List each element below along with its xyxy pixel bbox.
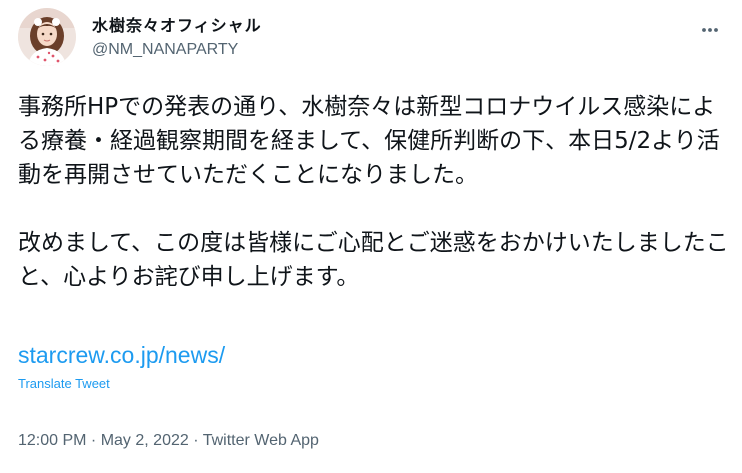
tweet-text: 事務所HPでの発表の通り、水樹奈々は新型コロナウイルス感染による療養・経過観察期… (18, 90, 730, 294)
tweet-source[interactable]: Twitter Web App (203, 432, 319, 449)
author-names: 水樹奈々オフィシャル @NM_NANAPARTY (92, 16, 262, 60)
tweet-date[interactable]: May 2, 2022 (101, 432, 189, 449)
translate-tweet-button[interactable]: Translate Tweet (18, 376, 110, 392)
more-horizontal-icon (702, 28, 718, 32)
more-options-button[interactable] (696, 16, 724, 44)
tweet-link[interactable]: starcrew.co.jp/news/ (18, 340, 225, 370)
author-handle[interactable]: @NM_NANAPARTY (92, 40, 262, 60)
author-display-name[interactable]: 水樹奈々オフィシャル (92, 16, 262, 36)
meta-separator-2: · (188, 432, 203, 449)
meta-separator-1: · (86, 432, 101, 449)
tweet-text-paragraph-1: 事務所HPでの発表の通り、水樹奈々は新型コロナウイルス感染による療養・経過観察期… (18, 94, 720, 188)
avatar-image (18, 8, 76, 66)
tweet-meta: 12:00 PM · May 2, 2022 · Twitter Web App (18, 430, 319, 452)
tweet-text-paragraph-2: 改めまして、この度は皆様にご心配とご迷惑をおかけいたしましたこと、心よりお詫び申… (18, 230, 729, 290)
tweet-card: 水樹奈々オフィシャル @NM_NANAPARTY 事務所HPでの発表の通り、水樹… (0, 0, 742, 473)
avatar[interactable] (18, 8, 76, 66)
tweet-time[interactable]: 12:00 PM (18, 432, 86, 449)
tweet-header: 水樹奈々オフィシャル @NM_NANAPARTY (18, 8, 724, 68)
